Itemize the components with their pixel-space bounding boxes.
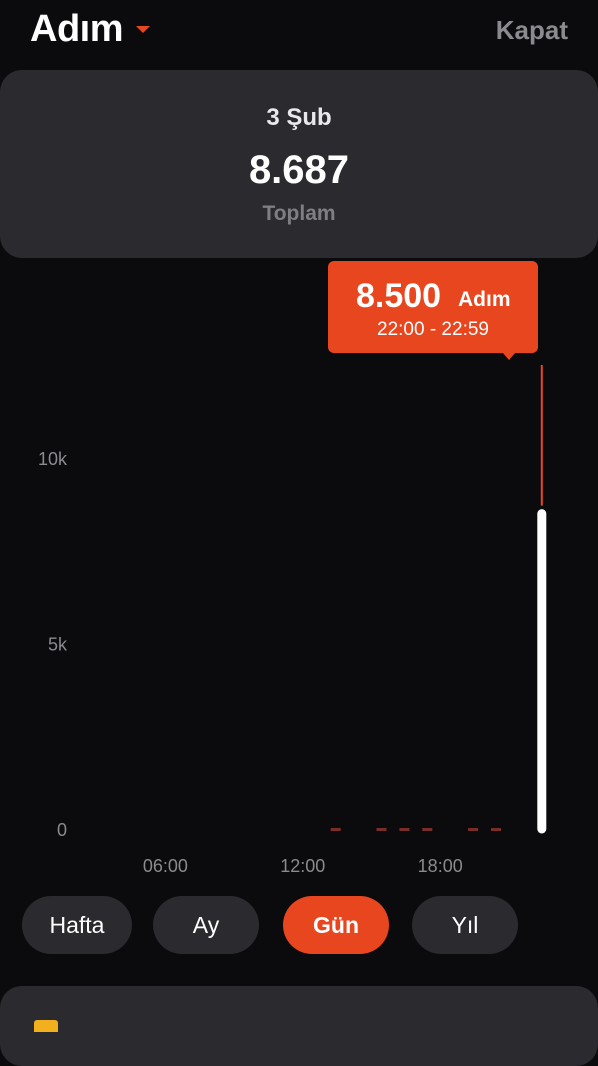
close-button[interactable]: Kapat	[496, 15, 568, 46]
y-tick-label: 5k	[48, 635, 68, 655]
chart-bar	[422, 828, 433, 831]
tab-month[interactable]: Ay	[153, 896, 259, 954]
summary-card: 3 Şub 8.687 Toplam	[0, 70, 598, 258]
y-tick-label: 10k	[38, 449, 68, 469]
x-tick-label: 12:00	[280, 856, 325, 876]
tab-week[interactable]: Hafta	[22, 896, 132, 954]
chart-bar	[330, 828, 341, 831]
x-tick-label: 18:00	[418, 856, 463, 876]
chart-bar	[399, 828, 410, 831]
page-title[interactable]: Adım	[30, 8, 124, 51]
bottom-card[interactable]	[0, 986, 598, 1066]
dropdown-caret-icon[interactable]	[136, 26, 150, 33]
tab-year[interactable]: Yıl	[412, 896, 518, 954]
tooltip-range: 22:00 - 22:59	[377, 319, 489, 340]
chart-bar	[376, 828, 387, 831]
chart-bar	[468, 828, 479, 831]
tooltip-unit: Adım	[458, 288, 511, 311]
period-tabs: Hafta Ay Gün Yıl	[0, 896, 598, 956]
tooltip-pointer-icon	[502, 352, 516, 360]
chart-tooltip: 8.500 Adım 22:00 - 22:59	[328, 261, 538, 353]
header: Adım Kapat	[0, 0, 598, 62]
summary-total-label: Toplam	[262, 202, 336, 225]
card-icon	[34, 1020, 58, 1032]
tooltip-value: 8.500	[356, 277, 442, 315]
summary-total: 8.687	[248, 148, 350, 192]
chart-bar	[491, 828, 501, 831]
x-tick-label: 06:00	[143, 856, 188, 876]
y-tick-label: 0	[57, 820, 67, 840]
tab-day[interactable]: Gün	[283, 896, 389, 954]
summary-date: 3 Şub	[266, 104, 332, 131]
